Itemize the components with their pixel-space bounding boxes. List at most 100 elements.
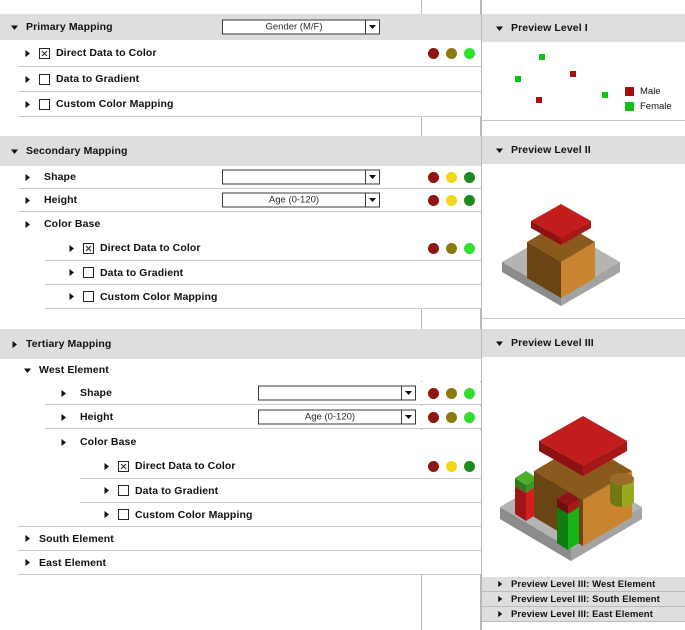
dropdown-value: Age (0-120)	[268, 194, 320, 206]
preview-header-level-3[interactable]: Preview Level III	[482, 329, 685, 357]
color-dot-green	[463, 47, 475, 59]
tree-row-label: Direct Data to Color	[135, 460, 236, 472]
tree-row-label: East Element	[39, 556, 107, 569]
tree-row-label: Direct Data to Color	[100, 242, 201, 254]
tree-row-label: Data to Gradient	[56, 73, 140, 85]
checkbox-data-to-gradient[interactable]	[39, 73, 50, 85]
section-header-secondary-mapping[interactable]: Secondary Mapping	[0, 136, 481, 166]
legend-item-male: Male	[625, 86, 672, 97]
scatter-plot-gender: Male Female	[482, 42, 685, 120]
chevron-down-icon[interactable]	[401, 410, 415, 424]
disclosure-triangle-down-icon[interactable]	[494, 339, 505, 348]
preview-body-level-2	[482, 166, 685, 318]
tree-row-data-to-gradient-primary[interactable]: Data to Gradient	[0, 67, 481, 91]
tree-row-color-base-secondary[interactable]: Color Base	[0, 212, 481, 236]
disclosure-triangle-right-icon[interactable]	[9, 340, 20, 349]
disclosure-triangle-right-icon[interactable]	[494, 595, 505, 603]
preview-header-level-1[interactable]: Preview Level I	[482, 14, 685, 42]
disclosure-triangle-right-icon[interactable]	[22, 49, 33, 58]
dropdown-value	[223, 171, 365, 184]
tree-row-custom-color-mapping-tertiary[interactable]: Custom Color Mapping	[0, 503, 481, 526]
disclosure-triangle-right-icon[interactable]	[22, 173, 33, 182]
tree-row-custom-color-mapping-secondary[interactable]: Custom Color Mapping	[0, 285, 481, 308]
legend-item-female: Female	[625, 101, 672, 112]
dropdown-height-tertiary[interactable]: Age (0-120)	[258, 409, 416, 425]
scatter-point-female	[539, 54, 545, 60]
section-header-tertiary-mapping[interactable]: Tertiary Mapping	[0, 329, 481, 359]
tree-row-shape-tertiary[interactable]: Shape	[0, 382, 481, 404]
disclosure-triangle-right-icon[interactable]	[58, 438, 69, 447]
checkbox-data-to-gradient[interactable]	[118, 485, 129, 496]
color-dot-olive	[445, 411, 457, 423]
preview-divider	[482, 318, 685, 319]
disclosure-triangle-down-icon[interactable]	[22, 366, 33, 375]
tree-row-data-to-gradient-secondary[interactable]: Data to Gradient	[0, 261, 481, 284]
dropdown-value: Gender (M/F)	[265, 21, 323, 33]
section-title-primary-mapping: Primary Mapping	[26, 21, 113, 33]
disclosure-triangle-right-icon[interactable]	[66, 244, 77, 253]
disclosure-triangle-right-icon[interactable]	[58, 413, 69, 422]
dropdown-primary-mapping-field[interactable]: Gender (M/F)	[222, 19, 380, 35]
checkbox-custom-color-mapping[interactable]	[39, 98, 50, 110]
disclosure-triangle-right-icon[interactable]	[101, 486, 112, 495]
disclosure-triangle-right-icon[interactable]	[22, 534, 33, 543]
chevron-down-icon[interactable]	[365, 20, 379, 34]
tree-row-height-tertiary[interactable]: Height Age (0-120)	[0, 406, 481, 428]
checkbox-direct-data-to-color[interactable]	[118, 460, 129, 472]
preview-strip-east-element[interactable]: Preview Level III: East Element	[482, 607, 685, 622]
tree-row-height-secondary[interactable]: Height Age (0-120)	[0, 189, 481, 211]
color-dots	[421, 40, 481, 66]
tree-row-color-base-tertiary[interactable]: Color Base	[0, 430, 481, 454]
checkbox-custom-color-mapping[interactable]	[118, 509, 129, 520]
disclosure-triangle-down-icon[interactable]	[494, 24, 505, 33]
dropdown-height-secondary[interactable]: Age (0-120)	[222, 192, 380, 208]
color-dot-yellow	[445, 194, 457, 206]
tree-row-south-element[interactable]: South Element	[0, 527, 481, 550]
checkbox-direct-data-to-color[interactable]	[83, 242, 94, 254]
tree-row-direct-data-to-color-secondary[interactable]: Direct Data to Color	[0, 236, 481, 260]
color-dots	[421, 236, 481, 260]
disclosure-triangle-right-icon[interactable]	[22, 196, 33, 205]
disclosure-triangle-right-icon[interactable]	[66, 268, 77, 277]
section-header-primary-mapping[interactable]: Primary Mapping Gender (M/F)	[0, 14, 481, 40]
dropdown-shape-tertiary[interactable]	[258, 385, 416, 401]
disclosure-triangle-down-icon[interactable]	[494, 146, 505, 155]
preview-header-level-2[interactable]: Preview Level II	[482, 136, 685, 164]
disclosure-triangle-right-icon[interactable]	[101, 462, 112, 471]
disclosure-triangle-right-icon[interactable]	[101, 510, 112, 519]
chevron-down-icon[interactable]	[365, 170, 379, 184]
disclosure-triangle-right-icon[interactable]	[22, 100, 33, 109]
tree-row-label: Height	[80, 411, 114, 423]
disclosure-triangle-right-icon[interactable]	[494, 580, 505, 588]
disclosure-triangle-right-icon[interactable]	[494, 610, 505, 618]
row-divider	[18, 574, 481, 575]
checkbox-direct-data-to-color[interactable]	[39, 47, 50, 59]
tree-row-data-to-gradient-tertiary[interactable]: Data to Gradient	[0, 479, 481, 502]
disclosure-triangle-right-icon[interactable]	[22, 75, 33, 84]
disclosure-triangle-right-icon[interactable]	[58, 389, 69, 398]
tree-row-custom-color-mapping-primary[interactable]: Custom Color Mapping	[0, 92, 481, 116]
tree-row-direct-data-to-color-primary[interactable]: Direct Data to Color	[0, 40, 481, 66]
tree-row-label: Direct Data to Color	[56, 47, 157, 59]
tree-row-shape-secondary[interactable]: Shape	[0, 166, 481, 188]
legend-swatch-female	[625, 102, 634, 111]
preview-strip-west-element[interactable]: Preview Level III: West Element	[482, 577, 685, 592]
color-dot-red	[427, 242, 439, 254]
tree-row-direct-data-to-color-tertiary[interactable]: Direct Data to Color	[0, 454, 481, 478]
preview-strip-south-element[interactable]: Preview Level III: South Element	[482, 592, 685, 607]
disclosure-triangle-down-icon[interactable]	[9, 147, 20, 156]
checkbox-data-to-gradient[interactable]	[83, 267, 94, 278]
disclosure-triangle-right-icon[interactable]	[22, 558, 33, 567]
color-dots	[421, 406, 481, 428]
checkbox-custom-color-mapping[interactable]	[83, 291, 94, 302]
disclosure-triangle-right-icon[interactable]	[66, 292, 77, 301]
dropdown-shape-secondary[interactable]	[222, 169, 380, 185]
legend-swatch-male	[625, 87, 634, 96]
disclosure-triangle-down-icon[interactable]	[9, 23, 20, 32]
isometric-scene-level-3	[500, 416, 642, 561]
tree-row-east-element[interactable]: East Element	[0, 551, 481, 574]
chevron-down-icon[interactable]	[401, 386, 415, 400]
tree-row-west-element[interactable]: West Element	[0, 359, 481, 381]
disclosure-triangle-right-icon[interactable]	[22, 220, 33, 229]
chevron-down-icon[interactable]	[365, 193, 379, 207]
